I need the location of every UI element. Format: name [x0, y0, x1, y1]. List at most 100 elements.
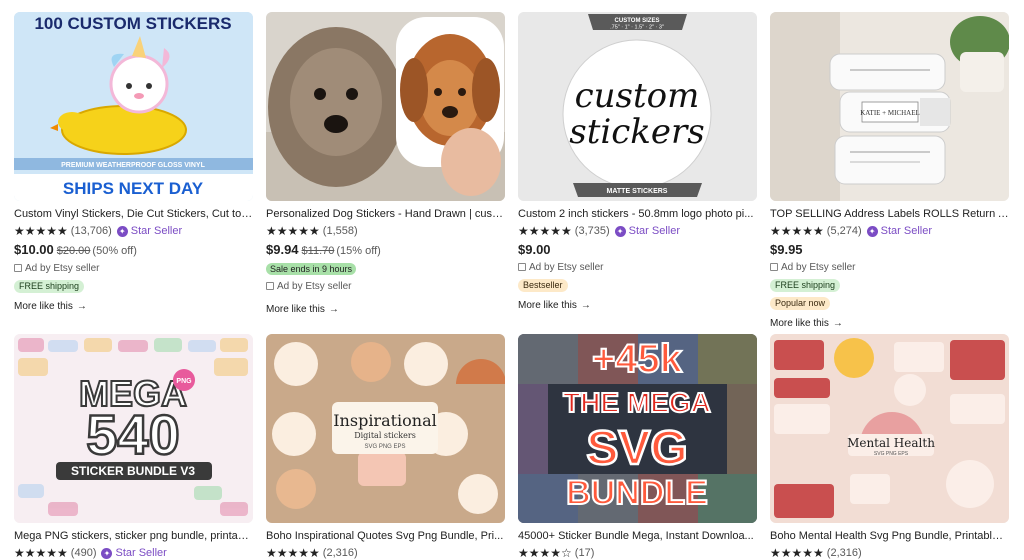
listing-card[interactable]: CUSTOM SIZES .75" · 1" · 1.5" · 2" · 3" … — [518, 12, 757, 313]
listing-card[interactable]: MEGA 540 PNG STICKER BUNDLE V3 Mega PNG … — [14, 334, 253, 560]
ad-icon — [14, 264, 22, 272]
ad-text: Ad by Etsy seller — [781, 262, 856, 273]
listing-card[interactable]: +45k THE MEGA SVG BUNDLE 45000+ Sticker … — [518, 334, 757, 560]
listing-title[interactable]: Boho Inspirational Quotes Svg Png Bundle… — [266, 529, 505, 543]
image-bundle-word: BUNDLE — [566, 474, 708, 512]
star-seller-badge: ✦ Star Seller — [116, 224, 183, 238]
sale-ends-badge: Sale ends in 9 hours — [266, 263, 357, 275]
listing-image[interactable]: KATIE + MICHAEL — [770, 12, 1009, 201]
price-row: $9.00 — [518, 242, 757, 258]
bestseller-badge: Bestseller — [518, 279, 568, 292]
listing-title[interactable]: Personalized Dog Stickers - Hand Drawn |… — [266, 207, 505, 221]
rating-row: ★★★★★ (1,558) — [266, 224, 505, 238]
ad-label: Ad by Etsy seller — [770, 261, 1009, 274]
review-count: (5,274) — [826, 225, 862, 237]
price-row: $9.95 — [770, 242, 1009, 258]
listing-title[interactable]: Mega PNG stickers, sticker png bundle, p… — [14, 529, 253, 543]
discount: (50% off) — [92, 245, 137, 257]
star-rating: ★★★★★ — [770, 546, 824, 560]
ad-label: Ad by Etsy seller — [266, 280, 505, 293]
review-count: (2,316) — [826, 547, 862, 559]
rating-row: ★★★★★ (490) ✦ Star Seller — [14, 546, 253, 560]
image-png-tag: PNG — [176, 378, 192, 385]
mega-bundle-image: MEGA 540 PNG STICKER BUNDLE V3 — [14, 334, 253, 523]
ad-icon — [770, 263, 778, 271]
custom-stickers-image: CUSTOM SIZES .75" · 1" · 1.5" · 2" · 3" … — [518, 12, 757, 201]
listing-image[interactable]: CUSTOM SIZES .75" · 1" · 1.5" · 2" · 3" … — [518, 12, 757, 201]
review-count: (2,316) — [322, 547, 358, 559]
free-shipping-badge: FREE shipping — [770, 279, 841, 292]
listing-card[interactable]: Inspirational Digital stickers SVG PNG E… — [266, 334, 505, 560]
popular-now-badge: Popular now — [770, 297, 831, 310]
image-matte-label: MATTE STICKERS — [607, 188, 668, 195]
image-ships-banner: SHIPS NEXT DAY — [63, 179, 204, 198]
rating-row: ★★★★★ (2,316) — [770, 546, 1009, 560]
rating-row: ★★★★★ (5,274) ✦ Star Seller — [770, 224, 1009, 238]
rating-row: ★★★★★ (2,316) — [266, 546, 505, 560]
image-subline: PREMIUM WEATHERPROOF GLOSS VINYL — [61, 162, 205, 169]
price: $9.00 — [518, 242, 551, 257]
star-rating: ★★★★★ — [770, 224, 824, 238]
price-row: $10.00 $20.00 (50% off) — [14, 242, 253, 259]
star-rating: ★★★★★ — [14, 546, 68, 560]
listing-title[interactable]: 45000+ Sticker Bundle Mega, Instant Down… — [518, 529, 757, 543]
more-like-this-link[interactable]: More like this → — [518, 299, 591, 312]
listing-card[interactable]: Personalized Dog Stickers - Hand Drawn |… — [266, 12, 505, 317]
image-45k-headline: +45k — [592, 337, 683, 381]
star-seller-badge: ✦ Star Seller — [614, 224, 681, 238]
discount: (15% off) — [336, 245, 381, 257]
listing-title[interactable]: Custom 2 inch stickers - 50.8mm logo pho… — [518, 207, 757, 221]
listing-title[interactable]: Boho Mental Health Svg Png Bundle, Print… — [770, 529, 1009, 543]
listing-title[interactable]: Custom Vinyl Stickers, Die Cut Stickers,… — [14, 207, 253, 221]
image-label-name: KATIE + MICHAEL — [860, 109, 920, 117]
star-seller-label: Star Seller — [628, 225, 681, 237]
star-seller-icon: ✦ — [116, 225, 128, 237]
image-sizes-title: CUSTOM SIZES — [615, 18, 660, 24]
ad-icon — [518, 263, 526, 271]
price-row: $9.94 $11.70 (15% off) — [266, 242, 505, 259]
rating-row: ★★★★★ (13,706) ✦ Star Seller — [14, 224, 253, 238]
svg-bundle-image: +45k THE MEGA SVG BUNDLE — [518, 334, 757, 523]
listing-image[interactable]: MEGA 540 PNG STICKER BUNDLE V3 — [14, 334, 253, 523]
listing-image[interactable]: 100 CUSTOM STICKERS PREMIUM WEATHERPROOF… — [14, 12, 253, 201]
ad-text: Ad by Etsy seller — [529, 262, 604, 273]
listing-image[interactable] — [266, 12, 505, 201]
more-like-this-link[interactable]: More like this → — [14, 300, 87, 313]
listing-card[interactable]: KATIE + MICHAEL TOP SELLING Address Labe… — [770, 12, 1009, 331]
price: $10.00 — [14, 242, 54, 257]
star-seller-icon: ✦ — [101, 547, 113, 559]
dog-sticker-image — [266, 12, 505, 201]
star-seller-badge: ✦ Star Seller — [866, 224, 932, 238]
price: $9.95 — [770, 242, 803, 257]
more-like-this-label: More like this — [14, 301, 73, 312]
arrow-right-icon: → — [76, 301, 87, 312]
arrow-right-icon: → — [580, 300, 591, 311]
ad-icon — [266, 282, 274, 290]
more-like-this-label: More like this — [266, 304, 325, 315]
image-sizes-list: .75" · 1" · 1.5" · 2" · 3" — [610, 25, 664, 31]
inspirational-stickers-image: Inspirational Digital stickers SVG PNG E… — [266, 334, 505, 523]
listing-image[interactable]: Mental Health SVG PNG EPS — [770, 334, 1009, 523]
review-count: (3,735) — [574, 225, 610, 237]
image-mental-health-title: Mental Health — [847, 436, 935, 450]
rating-row: ★★★★☆ (17) — [518, 546, 757, 560]
star-seller-label: Star Seller — [130, 225, 183, 237]
listing-image[interactable]: Inspirational Digital stickers SVG PNG E… — [266, 334, 505, 523]
more-like-this-link[interactable]: More like this → — [266, 303, 339, 316]
listing-image[interactable]: +45k THE MEGA SVG BUNDLE — [518, 334, 757, 523]
listing-card[interactable]: Mental Health SVG PNG EPS Boho Mental He… — [770, 334, 1009, 560]
ad-label: Ad by Etsy seller — [14, 262, 253, 275]
listing-title[interactable]: TOP SELLING Address Labels ROLLS Return … — [770, 207, 1009, 221]
listing-card[interactable]: 100 CUSTOM STICKERS PREMIUM WEATHERPROOF… — [14, 12, 253, 314]
star-rating: ★★★★☆ — [518, 546, 572, 560]
review-count: (17) — [574, 547, 595, 559]
image-stickers-word: stickers — [569, 112, 704, 152]
star-seller-label: Star Seller — [115, 547, 167, 559]
more-like-this-link[interactable]: More like this → — [770, 317, 843, 330]
free-shipping-badge: FREE shipping — [14, 280, 85, 293]
unicorn-sticker-image: 100 CUSTOM STICKERS PREMIUM WEATHERPROOF… — [14, 12, 253, 201]
original-price: $11.70 — [301, 245, 335, 257]
star-rating: ★★★★★ — [266, 224, 320, 238]
star-rating: ★★★★★ — [518, 224, 572, 238]
more-like-this-label: More like this — [518, 300, 577, 311]
